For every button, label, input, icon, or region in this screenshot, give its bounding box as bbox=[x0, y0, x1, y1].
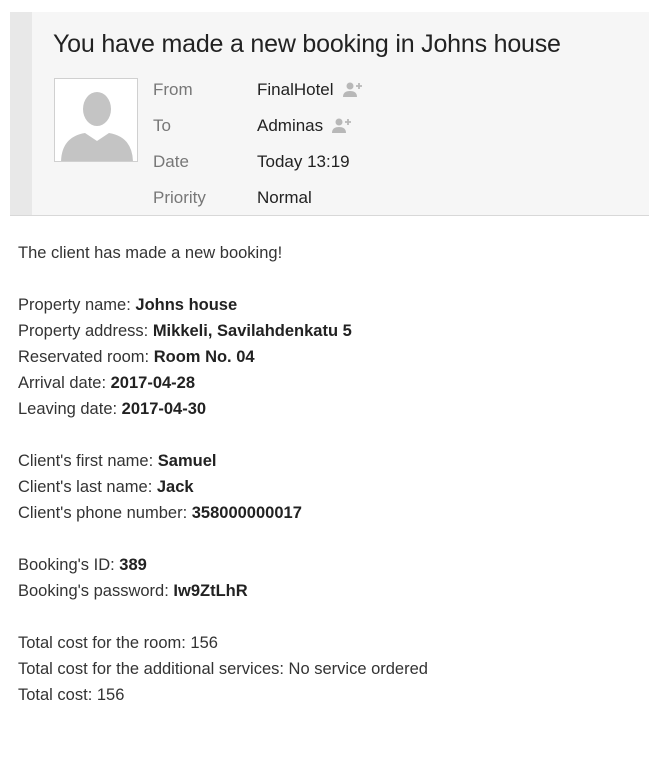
meta-row-to: To Adminas bbox=[153, 108, 364, 144]
leaving-label: Leaving date: bbox=[18, 400, 122, 418]
room-label: Reservated room: bbox=[18, 348, 154, 366]
property-address-line: Property address: Mikkeli, Savilahdenkat… bbox=[18, 318, 638, 344]
booking-password-value: Iw9ZtLhR bbox=[173, 582, 248, 600]
leaving-line: Leaving date: 2017-04-30 bbox=[18, 396, 638, 422]
booking-password-label: Booking's password: bbox=[18, 582, 174, 600]
header-accent-bar bbox=[10, 12, 32, 215]
property-address-label: Property address: bbox=[18, 322, 153, 340]
arrival-label: Arrival date: bbox=[18, 374, 111, 392]
booking-password-line: Booking's password: Iw9ZtLhR bbox=[18, 578, 638, 604]
room-cost-line: Total cost for the room: 156 bbox=[18, 634, 218, 652]
room-value: Room No. 04 bbox=[153, 348, 255, 366]
first-name-value: Samuel bbox=[157, 452, 217, 470]
priority-value: Normal bbox=[257, 188, 312, 207]
property-name-line: Property name: Johns house bbox=[18, 292, 638, 318]
phone-line: Client's phone number: 358000000017 bbox=[18, 500, 638, 526]
intro-text: The client has made a new booking! bbox=[18, 244, 283, 262]
arrival-line: Arrival date: 2017-04-28 bbox=[18, 370, 638, 396]
message-body: The client has made a new booking! Prope… bbox=[18, 240, 638, 708]
meta-row-from: From FinalHotel bbox=[153, 72, 364, 108]
phone-value: 358000000017 bbox=[191, 504, 302, 522]
first-name-line: Client's first name: Samuel bbox=[18, 448, 638, 474]
arrival-value: 2017-04-28 bbox=[110, 374, 196, 392]
from-sender-name[interactable]: FinalHotel bbox=[257, 80, 334, 100]
add-contact-icon[interactable] bbox=[331, 117, 353, 135]
leaving-value: 2017-04-30 bbox=[121, 400, 207, 418]
first-name-label: Client's first name: bbox=[18, 452, 158, 470]
room-line: Reservated room: Room No. 04 bbox=[18, 344, 638, 370]
date-value: Today 13:19 bbox=[257, 152, 350, 171]
last-name-line: Client's last name: Jack bbox=[18, 474, 638, 500]
message-subject: You have made a new booking in Johns hou… bbox=[53, 30, 561, 58]
total-cost-line: Total cost: 156 bbox=[18, 686, 125, 704]
to-value: Adminas bbox=[257, 116, 353, 136]
priority-label: Priority bbox=[153, 188, 206, 207]
phone-label: Client's phone number: bbox=[18, 504, 192, 522]
message-meta: From FinalHotel To Adminas Date Today 13… bbox=[153, 72, 364, 216]
from-value: FinalHotel bbox=[257, 80, 364, 100]
booking-id-line: Booking's ID: 389 bbox=[18, 552, 638, 578]
to-recipient-name[interactable]: Adminas bbox=[257, 116, 323, 136]
meta-row-date: Date Today 13:19 bbox=[153, 144, 364, 180]
date-label: Date bbox=[153, 152, 189, 171]
booking-id-label: Booking's ID: bbox=[18, 556, 120, 574]
last-name-label: Client's last name: bbox=[18, 478, 157, 496]
from-label: From bbox=[153, 80, 193, 99]
services-cost-line: Total cost for the additional services: … bbox=[18, 660, 428, 678]
last-name-value: Jack bbox=[156, 478, 194, 496]
meta-row-priority: Priority Normal bbox=[153, 180, 364, 216]
to-label: To bbox=[153, 116, 171, 135]
booking-id-value: 389 bbox=[119, 556, 147, 574]
add-contact-icon[interactable] bbox=[342, 81, 364, 99]
sender-avatar-icon bbox=[54, 78, 138, 162]
property-address-value: Mikkeli, Savilahdenkatu 5 bbox=[152, 322, 352, 340]
message-header: You have made a new booking in Johns hou… bbox=[10, 12, 649, 216]
property-name-label: Property name: bbox=[18, 296, 136, 314]
property-name-value: Johns house bbox=[135, 296, 238, 314]
